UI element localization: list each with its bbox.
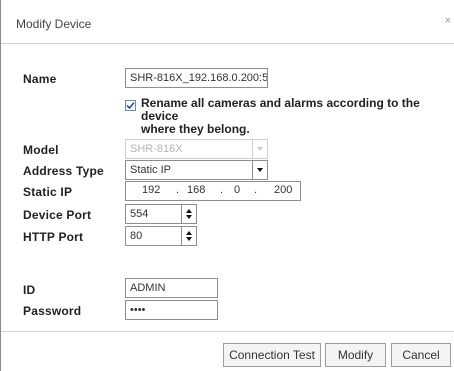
ip-octet-1[interactable]: 192 — [142, 184, 160, 196]
chevron-down-icon — [252, 140, 267, 158]
modify-device-dialog: Modify Device × Name SHR-816X_192.168.0.… — [0, 0, 454, 371]
model-value: SHR-816X — [130, 143, 183, 155]
id-input[interactable]: ADMIN — [125, 278, 218, 298]
password-input[interactable]: •••• — [125, 300, 218, 320]
rename-line-2: where they belong. — [141, 122, 250, 136]
modify-button[interactable]: Modify — [325, 343, 386, 367]
device-port-value[interactable]: 554 — [130, 208, 148, 220]
rename-checkbox-label: Rename all cameras and alarms according … — [141, 97, 451, 136]
cancel-button[interactable]: Cancel — [391, 343, 451, 367]
name-label: Name — [23, 72, 57, 86]
connection-test-button[interactable]: Connection Test — [223, 343, 321, 367]
device-port-label: Device Port — [23, 208, 92, 222]
spin-updown-icon[interactable] — [181, 205, 196, 223]
rename-checkbox[interactable] — [125, 100, 136, 111]
dialog-title: Modify Device — [16, 17, 92, 31]
address-type-select[interactable]: Static IP — [125, 160, 268, 180]
spin-updown-icon[interactable] — [181, 227, 196, 245]
id-label: ID — [23, 283, 36, 297]
http-port-value[interactable]: 80 — [130, 230, 142, 242]
address-type-label: Address Type — [23, 164, 104, 178]
ip-separator: . — [220, 184, 224, 196]
ip-separator: . — [254, 184, 258, 196]
model-label: Model — [23, 143, 59, 157]
static-ip-label: Static IP — [23, 185, 73, 199]
chevron-down-icon[interactable] — [252, 161, 267, 179]
http-port-label: HTTP Port — [23, 230, 84, 244]
static-ip-input[interactable]: 192 . 168 . 0 . 200 — [125, 181, 301, 201]
ip-octet-3[interactable]: 0 — [234, 184, 240, 196]
ip-separator: . — [176, 184, 180, 196]
rename-line-1: Rename all cameras and alarms according … — [141, 96, 420, 123]
ip-octet-2[interactable]: 168 — [187, 184, 205, 196]
model-select: SHR-816X — [125, 139, 268, 159]
check-icon — [126, 102, 135, 110]
ip-octet-4[interactable]: 200 — [274, 184, 292, 196]
name-input[interactable]: SHR-816X_192.168.0.200:55 — [125, 68, 268, 88]
device-port-stepper[interactable]: 554 — [125, 204, 197, 224]
password-label: Password — [23, 304, 82, 318]
address-type-value: Static IP — [130, 164, 171, 176]
close-icon[interactable]: × — [445, 15, 451, 27]
title-bar: Modify Device × — [1, 0, 454, 44]
http-port-stepper[interactable]: 80 — [125, 226, 197, 246]
